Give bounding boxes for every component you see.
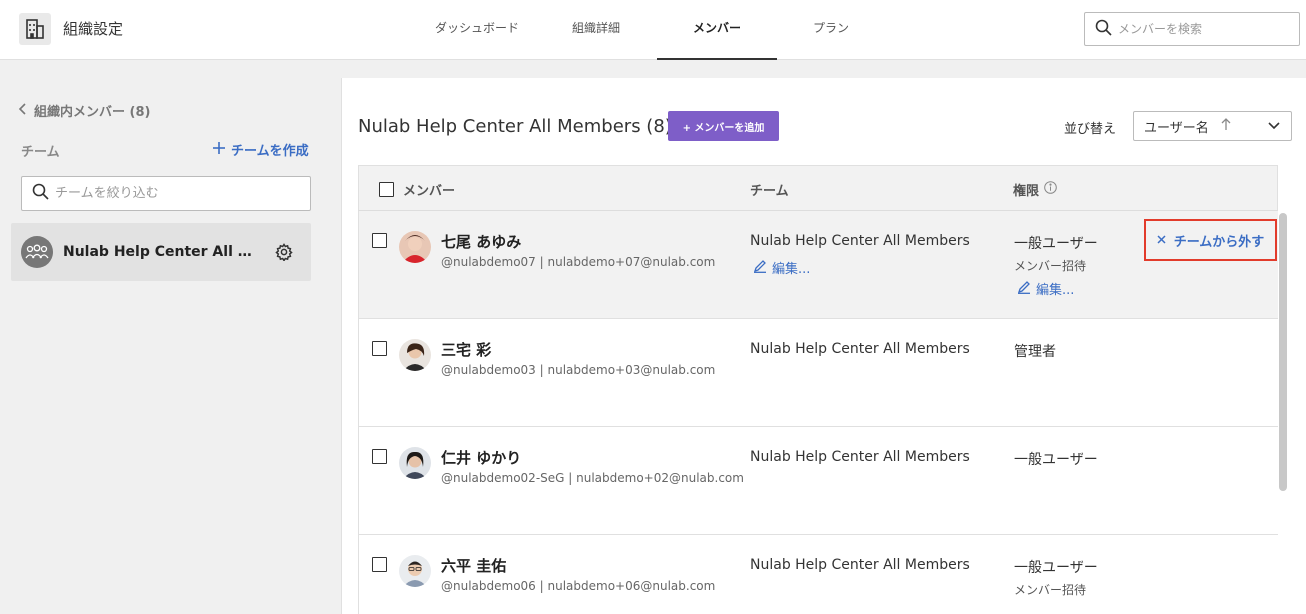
back-link-label: 組織内メンバー (8)	[34, 105, 151, 120]
member-team: Nulab Help Center All Members	[750, 449, 970, 465]
search-icon	[1095, 19, 1112, 40]
table-row: 仁井 ゆかり @nulabdemo02-SeG | nulabdemo+02@n…	[358, 427, 1278, 535]
row-checkbox[interactable]	[372, 449, 387, 464]
chevron-left-icon	[18, 102, 28, 119]
member-role: 一般ユーザー	[1014, 236, 1098, 252]
row-checkbox[interactable]	[372, 341, 387, 356]
sidebar-item-team[interactable]: Nulab Help Center All Members	[11, 223, 311, 281]
member-id-email: @nulabdemo06 | nulabdemo+06@nulab.com	[441, 579, 716, 593]
team-filter	[21, 176, 311, 211]
tab-members[interactable]: メンバー	[657, 0, 778, 60]
avatar	[399, 447, 431, 479]
team-filter-input[interactable]	[55, 186, 295, 201]
select-all-checkbox[interactable]	[379, 182, 394, 197]
table-row: 三宅 彩 @nulabdemo03 | nulabdemo+03@nulab.c…	[358, 319, 1278, 427]
member-id-email: @nulabdemo02-SeG | nulabdemo+02@nulab.co…	[441, 471, 744, 485]
member-search	[1084, 12, 1300, 46]
scrollbar[interactable]	[1279, 213, 1287, 491]
edit-label: 編集...	[1036, 283, 1075, 298]
tab-plan[interactable]: プラン	[777, 0, 871, 60]
gear-icon[interactable]	[275, 243, 293, 261]
remove-from-team-button[interactable]: チームから外す	[1144, 219, 1277, 261]
chevron-down-icon	[1267, 120, 1281, 135]
member-id-email: @nulabdemo03 | nulabdemo+03@nulab.com	[441, 363, 716, 377]
table-row: 六平 圭佑 @nulabdemo06 | nulabdemo+06@nulab.…	[358, 535, 1278, 614]
member-team: Nulab Help Center All Members	[750, 233, 970, 249]
sort-value: ユーザー名	[1144, 120, 1209, 136]
pencil-icon	[1017, 280, 1031, 298]
avatar	[399, 555, 431, 587]
search-icon	[32, 183, 49, 204]
avatar	[399, 231, 431, 263]
row-checkbox[interactable]	[372, 233, 387, 248]
member-name: 三宅 彩	[441, 341, 492, 359]
edit-team-link[interactable]: 編集...	[753, 258, 810, 277]
member-role-sub: メンバー招待	[1014, 259, 1087, 273]
team-name: Nulab Help Center All Members	[63, 244, 263, 260]
member-role: 一般ユーザー	[1014, 560, 1098, 576]
tab-org-details[interactable]: 組織詳細	[567, 0, 657, 60]
create-team-button[interactable]: チームを作成	[213, 140, 309, 159]
column-member: メンバー	[403, 184, 456, 199]
row-checkbox[interactable]	[372, 557, 387, 572]
tab-dashboard[interactable]: ダッシュボード	[413, 0, 567, 60]
top-header: 組織設定 ダッシュボード 組織詳細 メンバー プラン	[0, 0, 1306, 60]
sidebar: 組織内メンバー (8) チーム チームを作成 Nulab Help Center…	[0, 61, 340, 614]
page-title: 組織設定	[63, 20, 124, 38]
column-team: チーム	[750, 184, 789, 199]
main-nav: ダッシュボード 組織詳細 メンバー プラン	[413, 0, 871, 60]
building-icon	[19, 13, 51, 45]
sort-select[interactable]: ユーザー名	[1133, 111, 1292, 141]
info-icon[interactable]	[1044, 181, 1057, 198]
table-header: メンバー チーム 権限	[358, 165, 1278, 211]
close-icon	[1157, 233, 1166, 248]
sort-label: 並び替え	[1064, 122, 1117, 137]
member-name: 七尾 あゆみ	[441, 233, 522, 251]
member-role: 管理者	[1014, 344, 1056, 360]
avatar	[399, 339, 431, 371]
arrow-up-icon	[1221, 118, 1231, 134]
plus-icon	[213, 141, 225, 158]
back-to-org-members-link[interactable]: 組織内メンバー (8)	[18, 101, 150, 120]
team-title: Nulab Help Center All Members (8)	[358, 116, 672, 137]
member-id-email: @nulabdemo07 | nulabdemo+07@nulab.com	[441, 255, 716, 269]
table-row: 七尾 あゆみ @nulabdemo07 | nulabdemo+07@nulab…	[358, 211, 1278, 319]
pencil-icon	[753, 259, 767, 277]
member-role-sub: メンバー招待	[1014, 583, 1087, 597]
member-role: 一般ユーザー	[1014, 452, 1098, 468]
edit-role-link[interactable]: 編集...	[1017, 279, 1074, 298]
remove-label: チームから外す	[1173, 234, 1265, 250]
team-group-icon	[21, 236, 53, 268]
main-panel: Nulab Help Center All Members (8) + メンバー…	[341, 78, 1306, 614]
column-role-label: 権限	[1013, 184, 1040, 199]
edit-label: 編集...	[772, 262, 811, 277]
team-heading: チーム	[21, 145, 60, 160]
member-team: Nulab Help Center All Members	[750, 341, 970, 357]
member-name: 六平 圭佑	[441, 557, 507, 575]
create-team-label: チームを作成	[231, 144, 309, 159]
members-table: メンバー チーム 権限 七尾 あゆみ @nulabdemo07 | nulabd…	[358, 165, 1278, 614]
column-role: 権限	[1013, 180, 1057, 199]
search-input[interactable]	[1118, 22, 1288, 36]
member-team: Nulab Help Center All Members	[750, 557, 970, 573]
member-name: 仁井 ゆかり	[441, 449, 522, 467]
add-member-button[interactable]: + メンバーを追加	[668, 111, 779, 141]
